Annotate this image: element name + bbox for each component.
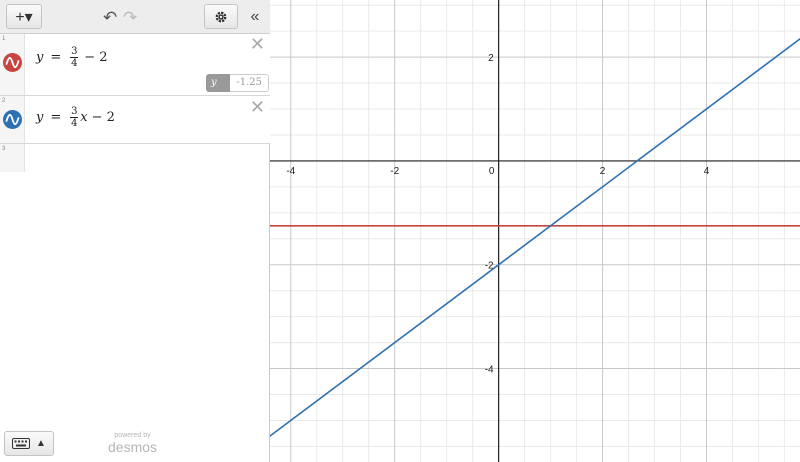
expression-item-3[interactable]: 3 bbox=[0, 144, 25, 172]
delete-expression-icon[interactable]: ✕ bbox=[250, 97, 265, 118]
powered-by-desmos-logo[interactable]: powered by desmos bbox=[108, 432, 157, 455]
y-tick-label: -4 bbox=[485, 365, 494, 376]
math-equals: = bbox=[50, 110, 62, 125]
expression-gutter: 1 bbox=[0, 34, 25, 95]
evaluation-box: y = -1.25 bbox=[206, 74, 269, 92]
expression-panel: +▾ ↶ ↷ « 1 y = 3 4 − 2 ✕ y -1.25 2 y = 3… bbox=[0, 0, 270, 462]
desmos-brand-text: desmos bbox=[108, 439, 158, 455]
undo-icon[interactable]: ↶ bbox=[103, 8, 117, 28]
collapse-label: « bbox=[250, 7, 260, 25]
expression-index: 1 bbox=[2, 36, 6, 42]
y-tick-label: -2 bbox=[485, 261, 494, 272]
gear-icon bbox=[215, 11, 227, 22]
keyboard-icon bbox=[12, 438, 31, 449]
expression-item-2[interactable]: 2 y = 3 4 x − 2 ✕ bbox=[0, 96, 270, 144]
x-tick-label: -4 bbox=[286, 166, 295, 177]
expression-gutter: 2 bbox=[0, 96, 25, 143]
fraction: 3 4 bbox=[70, 46, 79, 69]
y-tick-label: 2 bbox=[488, 53, 494, 64]
add-label: +▾ bbox=[15, 8, 33, 26]
math-lhs: y bbox=[36, 110, 44, 125]
delete-expression-icon[interactable]: ✕ bbox=[250, 34, 265, 55]
desmos-app: +▾ ↶ ↷ « 1 y = 3 4 − 2 ✕ y -1.25 2 y = 3… bbox=[0, 0, 800, 462]
math-equals: = bbox=[50, 50, 62, 65]
math-variable: x bbox=[80, 110, 88, 125]
fraction-numerator: 3 bbox=[71, 106, 78, 117]
axes bbox=[270, 0, 800, 462]
redo-icon[interactable]: ↷ bbox=[123, 8, 137, 28]
settings-button[interactable] bbox=[204, 4, 238, 29]
major-grid bbox=[270, 0, 800, 462]
fraction-denominator: 4 bbox=[71, 58, 78, 69]
expression-index: 2 bbox=[2, 98, 6, 104]
math-rest: − 2 bbox=[91, 110, 115, 125]
math-field[interactable]: y = 3 4 x − 2 bbox=[36, 106, 122, 129]
math-lhs: y bbox=[36, 50, 44, 65]
math-field[interactable]: y = 3 4 − 2 bbox=[36, 46, 115, 69]
math-rest: − 2 bbox=[84, 50, 108, 65]
x-tick-label: 4 bbox=[704, 166, 710, 177]
expression-index: 3 bbox=[2, 146, 6, 152]
caret-up-icon: ▲ bbox=[36, 438, 46, 449]
x-tick-label: -2 bbox=[390, 166, 399, 177]
evaluation-label: y = bbox=[206, 74, 231, 92]
series-layer bbox=[270, 38, 800, 437]
graph-paper[interactable]: -4 -2 0 2 4 -4 -2 2 bbox=[270, 0, 800, 462]
evaluation-value: -1.25 bbox=[230, 74, 269, 92]
fraction: 3 4 bbox=[70, 106, 79, 129]
expression-toolbar: +▾ ↶ ↷ « bbox=[0, 0, 270, 34]
series-line-2 bbox=[270, 38, 800, 437]
tick-labels: -4 -2 0 2 4 -4 -2 2 bbox=[286, 53, 709, 375]
keyboard-toggle-button[interactable]: ▲ bbox=[4, 431, 54, 456]
x-tick-label: 2 bbox=[600, 166, 606, 177]
collapse-panel-button[interactable]: « bbox=[244, 4, 266, 29]
x-tick-label: 0 bbox=[489, 166, 495, 177]
fraction-denominator: 4 bbox=[71, 118, 78, 129]
graph-color-icon[interactable] bbox=[3, 110, 22, 129]
add-item-button[interactable]: +▾ bbox=[6, 4, 42, 29]
fraction-numerator: 3 bbox=[71, 46, 78, 57]
graph-color-icon[interactable] bbox=[3, 53, 22, 72]
minor-grid bbox=[270, 0, 800, 462]
